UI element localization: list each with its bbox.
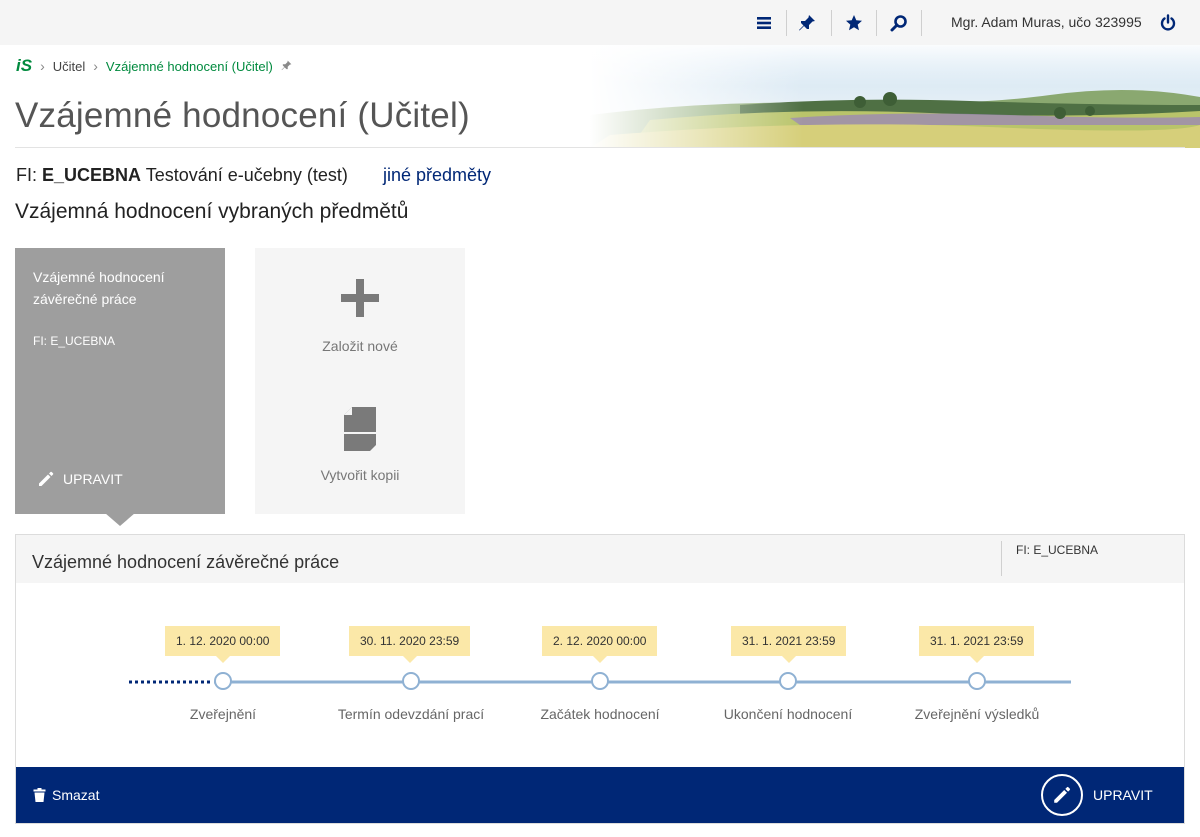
timeline-label: Zveřejnění <box>189 706 257 722</box>
course-code: E_UCEBNA <box>42 165 142 185</box>
user-name[interactable]: Mgr. Adam Muras, učo 323995 <box>951 14 1142 30</box>
chevron-right-icon: › <box>40 58 45 74</box>
topbar-divider <box>831 10 832 36</box>
tile-title: Vzájemné hodnocení závěrečné práce <box>33 269 165 307</box>
pin-icon[interactable] <box>281 59 292 74</box>
delete-button[interactable]: Smazat <box>33 787 99 803</box>
document-copy-icon <box>255 405 465 453</box>
delete-label: Smazat <box>52 787 100 803</box>
timeline-label: Ukončení hodnocení <box>723 706 853 722</box>
tile-edit-label: UPRAVIT <box>63 471 123 487</box>
evaluation-tile-new: Založit nové Vytvořit kopii <box>255 248 465 514</box>
breadcrumb-item-ucitel[interactable]: Učitel <box>53 59 86 74</box>
course-prefix: FI: <box>16 165 37 185</box>
top-bar: Mgr. Adam Muras, učo 323995 <box>0 0 1200 45</box>
pencil-icon <box>37 470 55 488</box>
trash-icon <box>33 788 46 802</box>
is-logo[interactable]: iS <box>16 56 32 76</box>
timeline-date-badge: 31. 1. 2021 23:59 <box>731 626 847 663</box>
timeline-label: Začátek hodnocení <box>540 706 660 722</box>
topbar-divider <box>876 10 877 36</box>
panel-footer: Smazat UPRAVIT <box>16 767 1184 823</box>
timeline-label: Zveřejnění výsledků <box>914 706 1040 722</box>
search-icon[interactable] <box>886 10 912 36</box>
other-courses-link[interactable]: jiné předměty <box>383 165 491 186</box>
timeline-date-badge: 1. 12. 2020 00:00 <box>165 626 281 663</box>
evaluation-detail-panel: Vzájemné hodnocení závěrečné práce FI: E… <box>15 534 1185 824</box>
timeline-milestone[interactable] <box>779 672 797 690</box>
timeline-date-badge: 30. 11. 2020 23:59 <box>349 626 471 663</box>
star-icon[interactable] <box>841 10 867 36</box>
plus-icon <box>255 278 465 323</box>
evaluation-tile-active[interactable]: Vzájemné hodnocení závěrečné práce FI: E… <box>15 248 225 514</box>
tile-course-code: FI: E_UCEBNA <box>33 334 116 348</box>
edit-label: UPRAVIT <box>1093 787 1153 803</box>
timeline-milestone[interactable] <box>214 672 232 690</box>
create-copy-button[interactable]: Vytvořit kopii <box>255 405 465 483</box>
create-new-button[interactable]: Založit nové <box>255 278 465 354</box>
course-heading: FI: E_UCEBNA Testování e-učebny (test) <box>16 165 348 186</box>
page-title: Vzájemné hodnocení (Učitel) <box>15 96 470 135</box>
power-icon[interactable] <box>1155 10 1181 36</box>
timeline-date-badge: 2. 12. 2020 00:00 <box>542 626 658 663</box>
section-subtitle: Vzájemná hodnocení vybraných předmětů <box>15 200 409 223</box>
timeline-date-badge: 31. 1. 2021 23:59 <box>919 626 1035 663</box>
pin-icon[interactable] <box>794 10 820 36</box>
timeline-milestone[interactable] <box>591 672 609 690</box>
chevron-right-icon: › <box>93 58 98 74</box>
tile-edit-button[interactable]: UPRAVIT <box>37 470 123 488</box>
breadcrumb: iS › Učitel › Vzájemné hodnocení (Učitel… <box>16 56 292 76</box>
topbar-divider <box>921 10 922 36</box>
pencil-icon <box>1041 774 1083 816</box>
create-copy-label: Vytvořit kopii <box>320 467 400 483</box>
timeline-milestone[interactable] <box>968 672 986 690</box>
header-banner-image <box>590 45 1200 148</box>
timeline-label: Termín odevzdání prací <box>337 706 485 722</box>
breadcrumb-item-current[interactable]: Vzájemné hodnocení (Učitel) <box>106 59 273 74</box>
tile-pointer <box>105 513 135 526</box>
course-name: Testování e-učebny (test) <box>145 165 348 185</box>
topbar-divider <box>786 10 787 36</box>
menu-icon[interactable] <box>751 10 777 36</box>
timeline-milestone[interactable] <box>402 672 420 690</box>
create-new-label: Založit nové <box>322 338 398 354</box>
header-divider <box>15 147 1185 148</box>
edit-button[interactable]: UPRAVIT <box>1041 774 1153 816</box>
